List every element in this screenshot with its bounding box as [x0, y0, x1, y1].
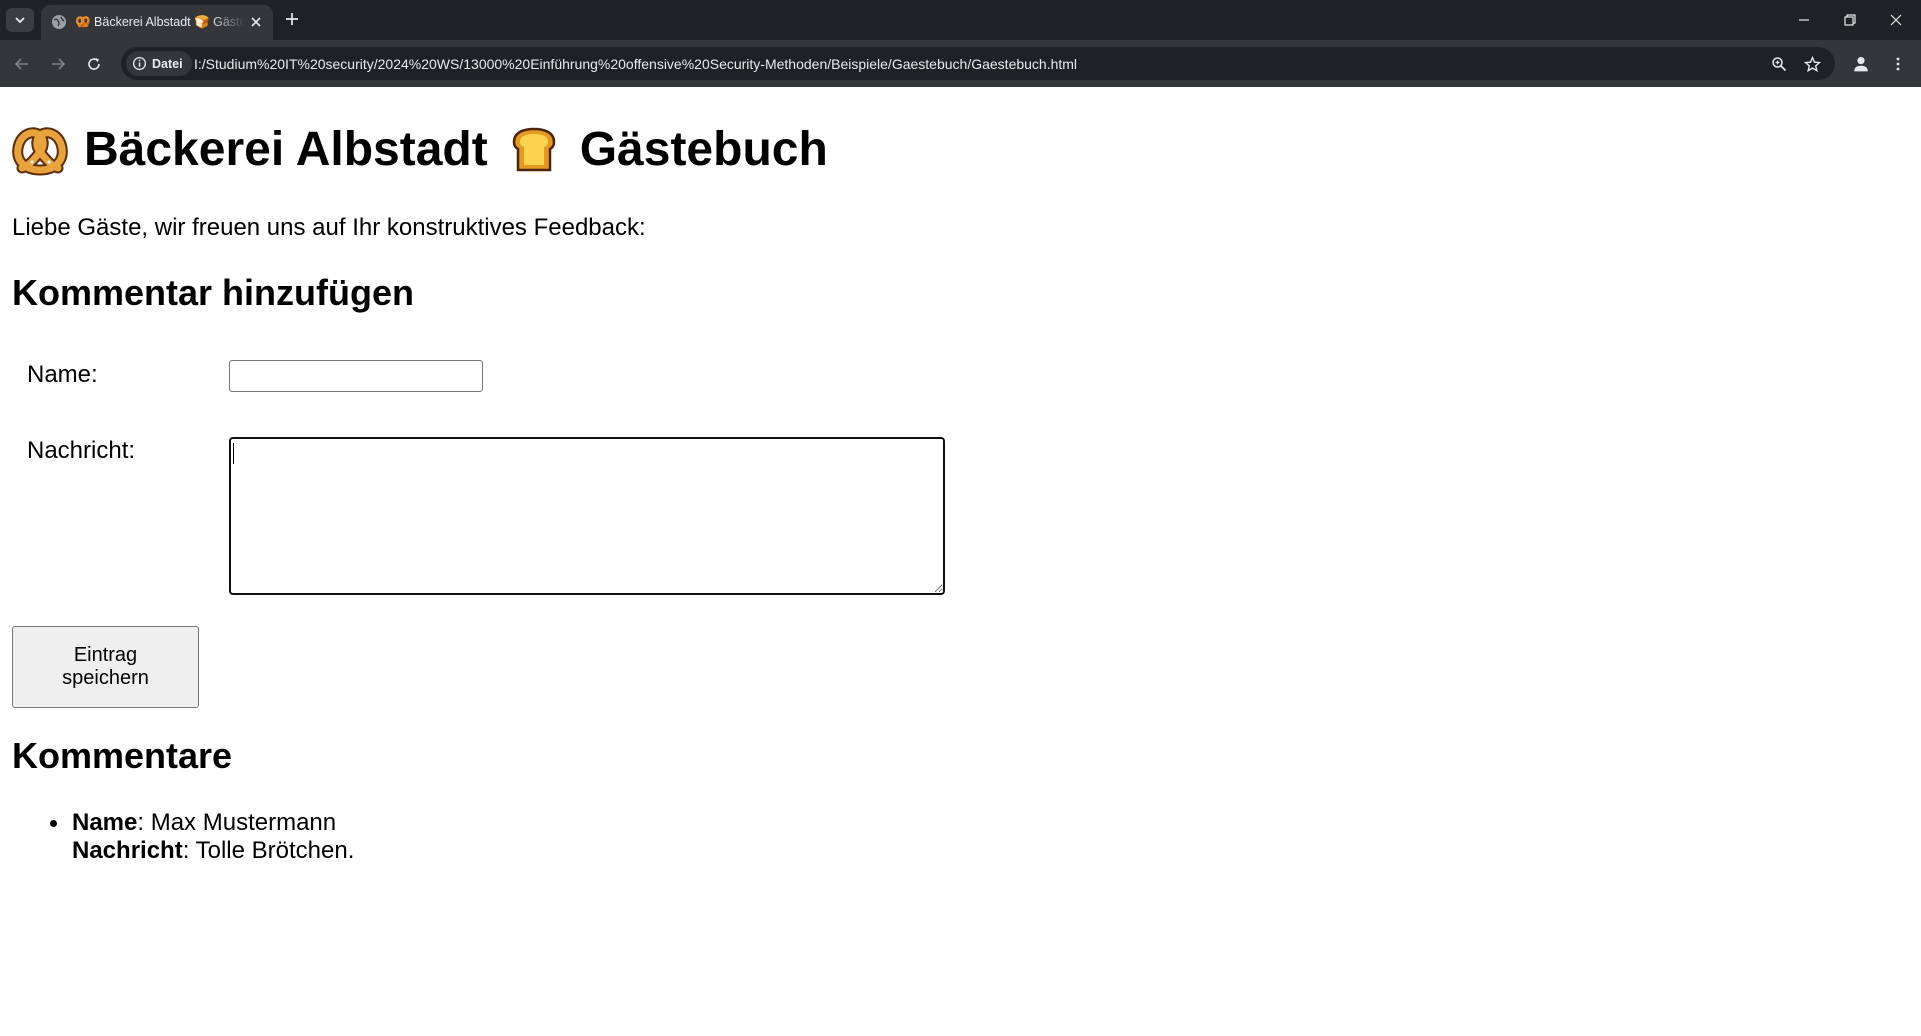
kebab-menu-icon[interactable]	[1886, 52, 1910, 76]
globe-icon	[52, 15, 66, 29]
close-icon[interactable]	[247, 13, 265, 31]
intro-text: Liebe Gäste, wir freuen uns auf Ihr kons…	[12, 214, 646, 241]
message-textarea[interactable]	[229, 437, 945, 595]
text-cursor	[233, 443, 234, 464]
site-info-label: Datei	[152, 56, 183, 71]
forward-arrow-icon[interactable]	[46, 52, 70, 76]
profile-icon[interactable]	[1849, 52, 1873, 76]
title-part-1: Bäckerei Albstadt	[84, 123, 488, 176]
comment-name-key: Name	[72, 809, 138, 836]
star-icon[interactable]	[1801, 53, 1823, 75]
browser-toolbar: Datei I:/Studium%20IT%20security/2024%20…	[0, 40, 1921, 87]
page-title: Bäckerei Albstadt Gästebuch	[12, 122, 828, 177]
pretzel-icon	[12, 126, 68, 175]
comment-message: Tolle Brötchen.	[195, 837, 355, 864]
tab-search-icon[interactable]	[6, 8, 34, 32]
reload-icon[interactable]	[82, 52, 106, 76]
bullet-icon	[50, 820, 57, 827]
site-info-chip[interactable]: Datei	[126, 51, 192, 76]
tab-title: 🥨 Bäckerei Albstadt 🍞 Gästebuch	[75, 15, 245, 29]
restore-icon[interactable]	[1837, 8, 1863, 32]
minimize-icon[interactable]	[1791, 8, 1817, 32]
comment-message-key: Nachricht	[72, 837, 183, 864]
browser-tab[interactable]: 🥨 Bäckerei Albstadt 🍞 Gästebuch	[41, 5, 273, 40]
back-arrow-icon[interactable]	[10, 52, 34, 76]
comments-heading: Kommentare	[12, 735, 233, 776]
comment-name: Max Mustermann	[150, 809, 337, 836]
save-entry-button[interactable]: Eintrag speichern	[12, 626, 199, 708]
zoom-icon[interactable]	[1768, 53, 1790, 75]
page-content: Bäckerei Albstadt Gästebuch Liebe Gäste,…	[0, 87, 1921, 1036]
tab-strip: 🥨 Bäckerei Albstadt 🍞 Gästebuch	[0, 0, 1921, 40]
comment-item: Name: Max Mustermann Nachricht: Tolle Br…	[50, 809, 355, 865]
address-bar[interactable]: Datei I:/Studium%20IT%20security/2024%20…	[121, 47, 1835, 80]
form-heading: Kommentar hinzufügen	[12, 272, 414, 313]
bread-icon	[512, 127, 555, 171]
plus-icon[interactable]	[282, 9, 302, 29]
name-label: Name:	[27, 361, 98, 388]
browser-chrome: 🥨 Bäckerei Albstadt 🍞 Gästebuch	[0, 0, 1921, 87]
title-part-2: Gästebuch	[579, 123, 828, 176]
name-input[interactable]	[229, 360, 483, 392]
window-close-icon[interactable]	[1883, 8, 1909, 32]
message-label: Nachricht:	[27, 437, 136, 464]
url-text: I:/Studium%20IT%20security/2024%20WS/130…	[194, 56, 1078, 72]
comments-list: Name: Max Mustermann Nachricht: Tolle Br…	[50, 809, 355, 865]
info-icon	[132, 56, 147, 71]
